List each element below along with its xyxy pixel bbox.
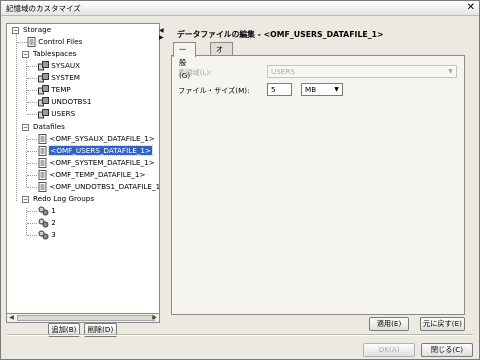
- tree-line: [27, 102, 37, 103]
- tree-node-datafile-selected[interactable]: <OMF_USERS_DATAFILE_1>: [38, 145, 153, 157]
- tree-line: [27, 235, 37, 236]
- tree-line: [27, 114, 37, 115]
- close-icon[interactable]: ✕: [467, 2, 475, 14]
- tree-node-label: USERS: [51, 109, 76, 118]
- tree-node-datafile[interactable]: <OMF_UNDOTBS1_DATAFILE_1>: [38, 181, 160, 193]
- tree-node-label: Datafiles: [33, 122, 65, 131]
- tree-line: [27, 78, 37, 79]
- size-unit-select[interactable]: MB ▼: [301, 83, 343, 96]
- tree-node-tablespace[interactable]: TEMP: [38, 84, 71, 96]
- tree-node-control-files[interactable]: Control Files: [27, 36, 82, 48]
- size-unit-value: MB: [305, 85, 317, 94]
- tablespace-select-value: USERS: [271, 67, 295, 76]
- tree-line: [16, 33, 17, 201]
- tree-node-label: Tablespaces: [33, 49, 77, 58]
- general-tab-panel: 表領域(L): USERS ▼ ファイル・サイズ(M): 5 MB ▼: [171, 55, 465, 315]
- tablespace-icon: [38, 85, 49, 95]
- collapse-toggle-icon[interactable]: −: [12, 27, 19, 34]
- tree-node-datafile[interactable]: <OMF_SYSAUX_DATAFILE_1>: [38, 133, 155, 145]
- tree-node-label: Storage: [23, 25, 52, 34]
- tree-node-label: 2: [51, 218, 56, 227]
- tree-node-label: Redo Log Groups: [33, 194, 95, 203]
- tree-node-label: <OMF_USERS_DATAFILE_1>: [48, 145, 153, 156]
- collapse-toggle-icon[interactable]: −: [22, 124, 29, 131]
- apply-button[interactable]: 適用(E): [369, 317, 409, 331]
- tree-node-redo-group[interactable]: 3: [38, 229, 56, 241]
- customize-storage-window: 記憶域のカスタマイズ ✕ − Storage Control Files − T…: [0, 0, 480, 360]
- redo-log-icon: [38, 230, 49, 240]
- chevron-down-icon: ▼: [334, 86, 339, 93]
- tree-line: [26, 208, 27, 235]
- datafile-icon: [38, 158, 47, 168]
- ok-button[interactable]: OK(A): [363, 343, 415, 357]
- title-bar: 記憶域のカスタマイズ ✕: [1, 1, 479, 16]
- datafile-icon: [38, 182, 47, 192]
- tree-node-label: <OMF_SYSAUX_DATAFILE_1>: [49, 134, 155, 143]
- chevron-down-icon: ▼: [448, 68, 453, 75]
- datafile-icon: [38, 170, 47, 180]
- tree-node-redo-group[interactable]: 1: [38, 205, 56, 217]
- window-title: 記憶域のカスタマイズ: [6, 4, 81, 13]
- tree-node-label: <OMF_UNDOTBS1_DATAFILE_1>: [49, 182, 160, 191]
- tab-general[interactable]: 一般(G): [173, 42, 197, 80]
- redo-log-icon: [38, 206, 49, 216]
- tablespace-icon: [38, 61, 49, 71]
- tree-line: [27, 139, 37, 140]
- tree-line: [26, 136, 27, 187]
- tree-node-label: <OMF_TEMP_DATAFILE_1>: [49, 170, 146, 179]
- tree-node-datafile[interactable]: <OMF_SYSTEM_DATAFILE_1>: [38, 157, 155, 169]
- filesize-label: ファイル・サイズ(M):: [178, 86, 250, 95]
- close-button[interactable]: 閉じる(C): [421, 343, 473, 357]
- collapse-toggle-icon[interactable]: −: [22, 196, 29, 203]
- scrollbar-thumb[interactable]: [17, 315, 155, 321]
- tree-node-label: TEMP: [51, 85, 71, 94]
- tree-node-label: SYSAUX: [51, 61, 81, 70]
- scroll-left-icon[interactable]: ◀: [7, 314, 16, 322]
- storage-tree[interactable]: − Storage Control Files − Tablespaces SY…: [6, 23, 160, 323]
- tab-options[interactable]: オプション(H): [210, 42, 233, 119]
- editor-heading: データファイルの編集 - <OMF_USERS_DATAFILE_1>: [177, 30, 384, 39]
- tree-node-tablespace[interactable]: SYSTEM: [38, 72, 80, 84]
- tree-node-tablespace[interactable]: USERS: [38, 108, 75, 120]
- tree-line: [27, 66, 37, 67]
- tree-node-tablespace[interactable]: UNDOTBS1: [38, 96, 91, 108]
- tree-line: [27, 223, 37, 224]
- tablespace-icon: [38, 109, 49, 119]
- scroll-right-icon[interactable]: ▶: [150, 314, 159, 322]
- file-icon: [27, 37, 36, 47]
- tablespace-icon: [38, 73, 49, 83]
- tree-node-redo-group[interactable]: 2: [38, 217, 56, 229]
- tree-node-label: Control Files: [38, 37, 83, 46]
- footer-separator: [7, 334, 473, 336]
- tablespace-icon: [38, 97, 49, 107]
- splitter-arrows-icon[interactable]: ◀ ▶: [159, 27, 164, 41]
- tree-line: [27, 90, 37, 91]
- tree-node-label: UNDOTBS1: [51, 97, 92, 106]
- redo-log-icon: [38, 218, 49, 228]
- tree-node-label: SYSTEM: [51, 73, 80, 82]
- tree-line: [17, 42, 27, 43]
- tree-node-label: 1: [51, 206, 56, 215]
- tree-line: [27, 151, 37, 152]
- tree-node-tablespace[interactable]: SYSAUX: [38, 60, 80, 72]
- tree-node-datafile[interactable]: <OMF_TEMP_DATAFILE_1>: [38, 169, 145, 181]
- tree-node-label: <OMF_SYSTEM_DATAFILE_1>: [49, 158, 155, 167]
- collapse-toggle-icon[interactable]: −: [22, 51, 29, 58]
- tablespace-select[interactable]: USERS ▼: [267, 65, 457, 78]
- revert-button[interactable]: 元に戻す(E): [420, 317, 465, 331]
- datafile-icon: [38, 134, 47, 144]
- tree-line: [27, 211, 37, 212]
- filesize-input[interactable]: 5: [267, 83, 292, 96]
- tree-line: [27, 163, 37, 164]
- tree-line: [27, 187, 37, 188]
- tree-line: [27, 175, 37, 176]
- tree-horizontal-scrollbar[interactable]: ◀ ▶: [6, 313, 160, 323]
- tree-node-label: 3: [51, 230, 56, 239]
- datafile-icon: [38, 146, 47, 156]
